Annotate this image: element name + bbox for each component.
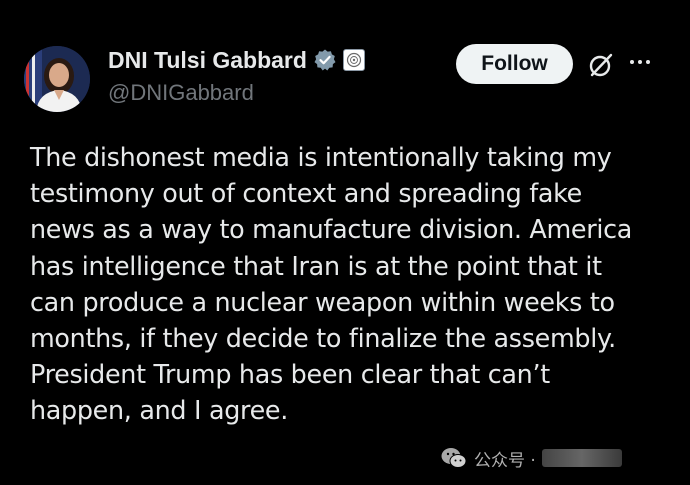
tweet-text-line: The dishonest media is intentionally tak… xyxy=(30,142,612,172)
author-display-name[interactable]: DNI Tulsi Gabbard xyxy=(108,47,307,74)
author-name-row: DNI Tulsi Gabbard xyxy=(108,45,365,75)
verified-badge-icon[interactable] xyxy=(313,48,337,72)
more-dot xyxy=(646,60,650,64)
tweet-text-line: months, if they decide to finalize the a… xyxy=(30,323,616,354)
avatar[interactable] xyxy=(24,46,90,112)
tweet-text-line: President Trump has been clear that can’… xyxy=(30,359,550,390)
follow-button[interactable]: Follow xyxy=(456,44,573,84)
more-options-icon[interactable] xyxy=(630,60,650,64)
wechat-icon xyxy=(441,448,467,468)
tweet-text-line: happen, and I agree. xyxy=(30,395,289,426)
tweet-text-line: news as a way to manufacture division. A… xyxy=(30,214,633,245)
watermark: 公众号 · xyxy=(440,444,622,472)
grok-icon[interactable] xyxy=(586,50,616,80)
author-handle[interactable]: @DNIGabbard xyxy=(108,80,254,106)
watermark-label: 公众号 · xyxy=(474,450,536,471)
tweet-text: The dishonest media is intentionally tak… xyxy=(30,139,680,429)
tweet-text-line: testimony out of context and spreading f… xyxy=(30,178,582,209)
tweet-card: DNI Tulsi Gabbard @DNIGabbard Follow The… xyxy=(0,0,690,485)
more-dot xyxy=(638,60,642,64)
tweet-text-line: can produce a nuclear weapon within week… xyxy=(30,286,615,317)
watermark-obscured-name xyxy=(541,449,622,467)
more-dot xyxy=(630,60,634,64)
government-seal-icon[interactable] xyxy=(342,49,365,71)
tweet-text-line: has intelligence that Iran is at the poi… xyxy=(30,250,602,281)
